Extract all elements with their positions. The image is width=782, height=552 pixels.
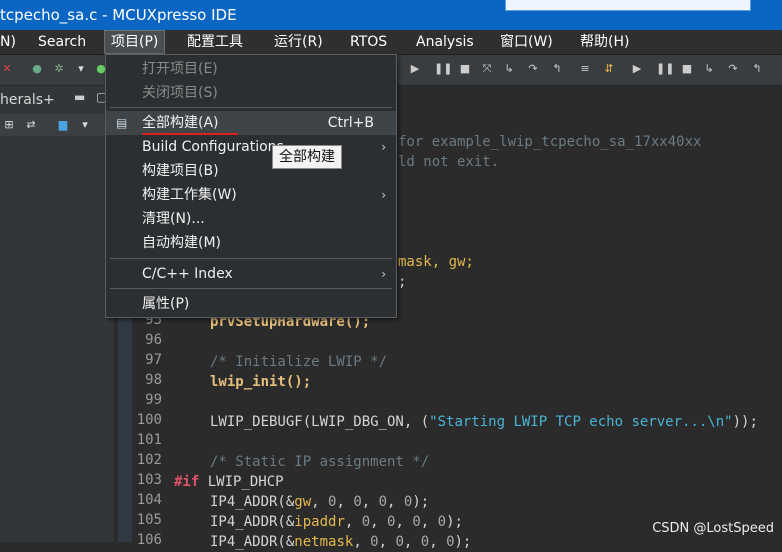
peripherals-panel: herals+ ▬ ▢ ⊞ ⇄ ▆ ▾: [0, 86, 114, 542]
code-text-ifdef: #if LWIP_DHCP: [174, 474, 284, 490]
code-text-debug: LWIP_DEBUGF(LWIP_DBG_ON, ("Starting LWIP…: [210, 414, 758, 430]
submenu-arrow-icon: ›: [381, 267, 386, 281]
line-number: 103: [136, 472, 162, 488]
menu-separator: [110, 107, 392, 108]
code-text-ipaddr: IP4_ADDR(&ipaddr, 0, 0, 0, 0);: [210, 514, 463, 530]
chevron-down-icon[interactable]: ▾: [78, 118, 92, 132]
view-menu-icon[interactable]: ▆: [56, 118, 70, 132]
menu-bar: N) Search 项目(P) 配置工具 运行(R) RTOS Analysis…: [0, 30, 782, 55]
submenu-arrow-icon: ›: [381, 188, 386, 202]
line-number: 104: [136, 492, 162, 508]
menu-config-tools[interactable]: 配置工具: [181, 30, 249, 54]
menu-item-build-project[interactable]: 构建项目(B): [106, 159, 396, 183]
toolbar-terminate-icon[interactable]: ■: [458, 62, 472, 76]
toolbar-terminate2-icon[interactable]: ■: [680, 62, 694, 76]
menu-item-clean[interactable]: 清理(N)...: [106, 207, 396, 231]
menu-window[interactable]: 窗口(W): [494, 30, 559, 54]
toolbar-disconnect2-icon[interactable]: ⤧: [480, 62, 494, 76]
menu-analysis[interactable]: Analysis: [410, 30, 480, 54]
line-number: 105: [136, 512, 162, 528]
toolbar-step-over-icon[interactable]: ↷: [526, 62, 540, 76]
code-line-partial: ;: [398, 274, 407, 290]
code-comment-partial: ld not exit.: [398, 154, 500, 170]
menu-item-label: 打开项目(E): [142, 61, 218, 77]
menu-search[interactable]: Search: [32, 30, 92, 54]
menu-item-label: 清理(N)...: [142, 211, 205, 227]
window-title: tcpecho_sa.c - MCUXpresso IDE: [0, 6, 237, 24]
toolbar-instruction-icon[interactable]: ≡: [578, 62, 592, 76]
menu-item-label: 自动构建(M): [142, 235, 222, 251]
toolbar-suspend2-icon[interactable]: ❚❚: [656, 62, 674, 76]
menu-item-build-automatically[interactable]: 自动构建(M): [106, 231, 396, 255]
toolbar-suspend-icon[interactable]: ❚❚: [434, 62, 452, 76]
link-editor-icon[interactable]: ⇄: [24, 118, 38, 132]
menu-separator: [110, 258, 392, 259]
build-all-icon: ▤: [116, 116, 128, 130]
menu-item-build-working-set[interactable]: 构建工作集(W) ›: [106, 183, 396, 207]
menu-item-label: 属性(P): [142, 296, 190, 312]
peripherals-tab[interactable]: herals+ ▬ ▢: [0, 90, 114, 112]
menu-item-close-project[interactable]: 关闭项目(S): [106, 81, 396, 105]
code-text-netmask: IP4_ADDR(&netmask, 0, 0, 0, 0);: [210, 534, 472, 550]
toolbar-step-over2-icon[interactable]: ↷: [726, 62, 740, 76]
menu-navigate[interactable]: N): [0, 30, 22, 54]
menu-item-open-project[interactable]: 打开项目(E): [106, 57, 396, 81]
menu-project[interactable]: 项目(P): [104, 30, 166, 54]
menu-item-cpp-index[interactable]: C/C++ Index ›: [106, 262, 396, 286]
code-comment-partial: for example_lwip_tcpecho_sa_17xx40xx: [398, 134, 702, 150]
toolbar-dropdown-icon[interactable]: ▾: [74, 62, 88, 76]
line-number: 102: [136, 452, 162, 468]
code-text-gw: IP4_ADDR(&gw, 0, 0, 0, 0);: [210, 494, 430, 510]
menu-help[interactable]: 帮助(H): [574, 30, 635, 54]
toolbar-step-return-icon[interactable]: ↰: [550, 62, 564, 76]
line-number: 98: [145, 372, 162, 388]
code-text: /* Static IP assignment */: [210, 454, 430, 470]
menu-item-properties[interactable]: 属性(P): [106, 292, 396, 316]
build-all-tooltip: 全部构建: [272, 145, 342, 169]
collapse-all-icon[interactable]: ⊞: [2, 118, 16, 132]
menu-item-label: C/C++ Index: [142, 266, 233, 282]
toolbar-resume2-icon[interactable]: ▶: [630, 62, 644, 76]
toolbar-step-into2-icon[interactable]: ↳: [702, 62, 716, 76]
menu-item-accelerator: Ctrl+B: [327, 115, 374, 131]
peripherals-tab-label: herals+: [0, 92, 55, 108]
menu-run[interactable]: 运行(R): [268, 30, 329, 54]
menu-rtos[interactable]: RTOS: [344, 30, 393, 54]
menu-item-build-all[interactable]: ▤ 全部构建(A) Ctrl+B: [106, 111, 396, 135]
menu-item-label: Build Configurations: [142, 139, 284, 155]
toolbar-step-filter-icon[interactable]: ⇵: [602, 62, 616, 76]
title-search-box[interactable]: [505, 0, 751, 11]
toolbar-disconnect-icon[interactable]: ✕: [0, 62, 14, 76]
project-menu: 打开项目(E) 关闭项目(S) ▤ 全部构建(A) Ctrl+B Build C…: [105, 54, 397, 318]
toolbar-resume-icon[interactable]: ▶: [408, 62, 422, 76]
line-number: 97: [145, 352, 162, 368]
toolbar-run-icon[interactable]: ✲: [52, 62, 66, 76]
menu-item-label: 构建项目(B): [142, 163, 219, 179]
line-number: 100: [136, 412, 162, 428]
code-text: /* Initialize LWIP */: [210, 354, 388, 370]
menu-item-build-configurations[interactable]: Build Configurations ›: [106, 135, 396, 159]
toolbar-debug-icon[interactable]: ●: [30, 62, 44, 76]
menu-item-label: 构建工作集(W): [142, 187, 237, 203]
toolbar-step-return2-icon[interactable]: ↰: [750, 62, 764, 76]
code-line-partial: mask, gw;: [398, 254, 474, 270]
title-bar: tcpecho_sa.c - MCUXpresso IDE: [0, 0, 782, 30]
line-number: 99: [145, 392, 162, 408]
panel-toolbar: ⊞ ⇄ ▆ ▾: [0, 114, 114, 136]
watermark: CSDN @LostSpeed: [652, 521, 774, 536]
line-number: 101: [136, 432, 162, 448]
toolbar-step-into-icon[interactable]: ↳: [502, 62, 516, 76]
menu-item-label: 全部构建(A): [142, 115, 219, 131]
code-text: lwip_init();: [210, 374, 312, 390]
line-number: 106: [136, 532, 162, 548]
minimize-icon[interactable]: ▬: [74, 90, 85, 104]
line-number: 96: [145, 332, 162, 348]
menu-separator: [110, 288, 392, 289]
menu-item-label: 关闭项目(S): [142, 85, 218, 101]
submenu-arrow-icon: ›: [381, 140, 386, 154]
